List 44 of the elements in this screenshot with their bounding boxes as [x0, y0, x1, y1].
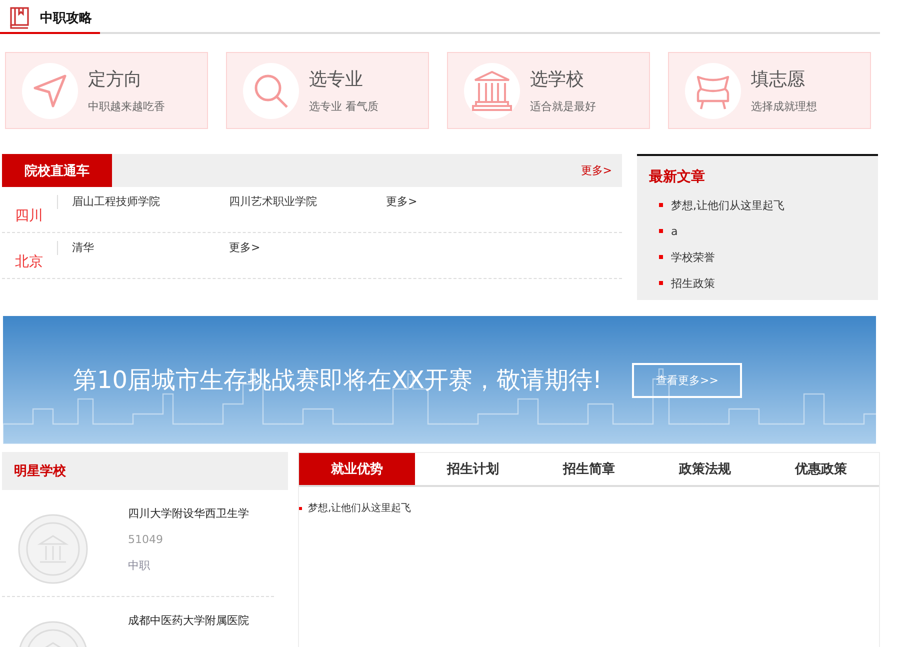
card-title: 定方向	[88, 68, 143, 91]
article-link[interactable]: 梦想,让他们从这里起飞	[671, 198, 784, 212]
school-link[interactable]: 清华	[72, 241, 229, 255]
card-title: 选学校	[530, 68, 585, 91]
card-subtitle: 选择成就理想	[751, 99, 817, 114]
navigation-arrow-icon	[32, 72, 68, 108]
region-name: 北京	[14, 253, 44, 271]
card-subtitle: 适合就是最好	[530, 99, 596, 114]
card-subtitle: 选专业 看气质	[309, 99, 378, 114]
more-link[interactable]: 更多>	[229, 241, 386, 255]
book-icon	[8, 6, 32, 30]
article-link[interactable]: a	[671, 224, 678, 238]
article-link[interactable]: 招生政策	[671, 276, 715, 290]
guide-card[interactable]: 定方向 中职越来越吃香	[5, 52, 208, 129]
section-title: 明星学校	[14, 463, 66, 480]
more-link[interactable]: 更多>	[386, 195, 543, 209]
columned-building-icon	[471, 70, 513, 112]
bullet-icon	[659, 255, 663, 259]
bullet-icon	[659, 203, 663, 207]
card-title: 选专业	[309, 68, 364, 91]
card-title: 填志愿	[751, 68, 806, 91]
school-link[interactable]: 四川艺术职业学院	[229, 195, 386, 209]
school-link[interactable]: 眉山工程技师学院	[72, 195, 229, 209]
school-code: 51049	[128, 533, 164, 546]
section-tab[interactable]: 院校直通车	[2, 154, 112, 187]
tab[interactable]: 就业优势	[299, 453, 415, 485]
region-name: 四川	[14, 207, 44, 225]
school-name[interactable]: 成都中医药大学附属医院	[128, 613, 249, 628]
article-link[interactable]: 梦想,让他们从这里起飞	[308, 501, 412, 515]
bullet-icon	[659, 281, 663, 285]
bullet-icon	[659, 229, 663, 233]
guide-card[interactable]: 选学校 适合就是最好	[447, 52, 650, 129]
bullet-icon	[299, 506, 302, 510]
guide-card[interactable]: 填志愿 选择成就理想	[668, 52, 871, 129]
banner-headline: 第10届城市生存挑战赛即将在XX开赛，敬请期待!	[73, 365, 602, 396]
school-name[interactable]: 四川大学附设华西卫生学	[128, 506, 249, 521]
seal-placeholder-icon	[18, 514, 88, 584]
panel-title: 最新文章	[649, 168, 706, 186]
card-subtitle: 中职越来越吃香	[88, 99, 165, 114]
guide-card[interactable]: 选专业 选专业 看气质	[226, 52, 429, 129]
article-link[interactable]: 学校荣誉	[671, 250, 715, 264]
more-link[interactable]: 更多>	[580, 163, 622, 178]
school-level: 中职	[128, 558, 151, 573]
section-title: 中职攻略	[40, 10, 92, 27]
